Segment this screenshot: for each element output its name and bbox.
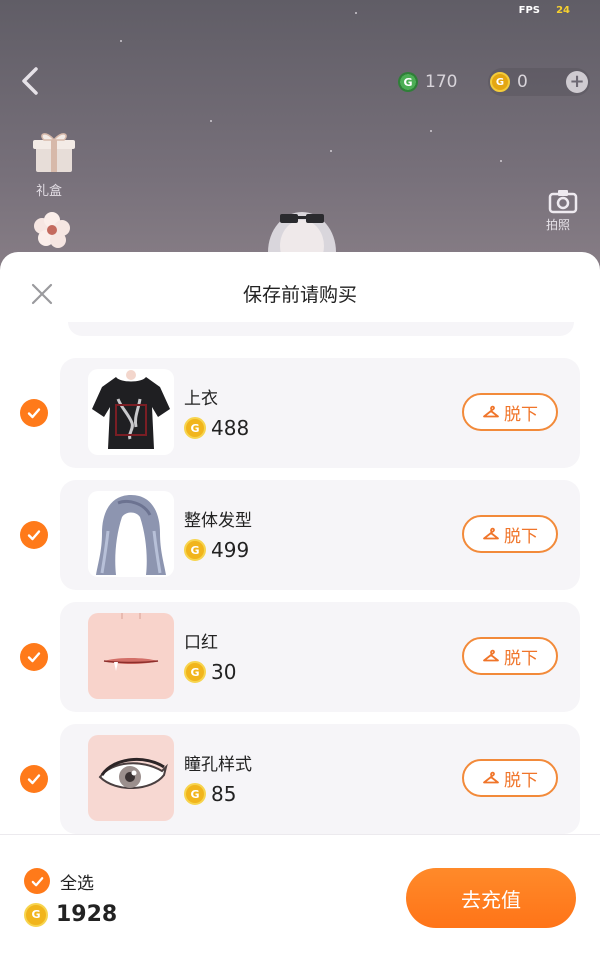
gold-coin-icon: G (490, 72, 510, 92)
hanger-icon (483, 405, 499, 418)
item-card[interactable]: 上衣 G 488 脱下 (60, 358, 580, 468)
check-icon (27, 774, 41, 785)
green-currency-amount: 170 (425, 72, 458, 92)
item-checkbox[interactable] (20, 521, 48, 549)
select-all-label: 全选 (60, 873, 94, 894)
recharge-button[interactable]: 去充值 (406, 868, 576, 928)
camera-label: 拍照 (546, 218, 571, 232)
item-checkbox[interactable] (20, 765, 48, 793)
fps-value: 24 (556, 5, 570, 16)
gold-coin-icon: G (184, 417, 206, 439)
gold-currency: G 0 (490, 68, 528, 96)
item-price: G 85 (184, 782, 236, 806)
item-price-value: 30 (211, 660, 237, 684)
item-card[interactable]: 瞳孔样式 G 85 脱下 (60, 724, 580, 834)
list-item: 整体发型 G 499 脱下 (0, 480, 600, 590)
item-name: 整体发型 (184, 511, 252, 531)
take-off-label: 脱下 (504, 770, 538, 791)
item-list[interactable]: 上衣 G 488 脱下 整体发型 G 499 脱下 口红 G 30 脱下 瞳孔样… (0, 322, 600, 834)
gold-coin-icon: G (184, 539, 206, 561)
check-icon (27, 408, 41, 419)
list-item: 瞳孔样式 G 85 脱下 (0, 724, 600, 834)
list-item: 口红 G 30 脱下 (0, 602, 600, 712)
item-card[interactable]: 口红 G 30 脱下 (60, 602, 580, 712)
item-price-value: 488 (211, 416, 250, 440)
item-price: G 488 (184, 416, 249, 440)
item-card[interactable]: 整体发型 G 499 脱下 (60, 480, 580, 590)
item-price: G 30 (184, 660, 236, 684)
camera-icon[interactable] (548, 188, 578, 214)
green-coin-icon: G (398, 72, 418, 92)
total-price: G 1928 (24, 902, 117, 927)
take-off-button[interactable]: 脱下 (462, 393, 558, 431)
list-item: 上衣 G 488 脱下 (0, 358, 600, 468)
take-off-label: 脱下 (504, 404, 538, 425)
fps-label: FPS (518, 5, 540, 16)
gift-box-icon[interactable] (30, 130, 78, 174)
select-all-checkbox[interactable] (24, 868, 50, 894)
tshirt-icon (88, 369, 174, 455)
hanger-icon (483, 771, 499, 784)
back-arrow-icon[interactable] (18, 66, 44, 96)
check-icon (27, 652, 41, 663)
item-price-value: 85 (211, 782, 237, 806)
lips-icon (88, 613, 174, 699)
total-price-value: 1928 (56, 902, 118, 927)
gold-currency-amount: 0 (517, 72, 528, 92)
item-price: G 499 (184, 538, 249, 562)
hanger-icon (483, 527, 499, 540)
check-icon (31, 876, 43, 886)
select-all-toggle[interactable]: 全选 (24, 868, 94, 894)
take-off-button[interactable]: 脱下 (462, 515, 558, 553)
take-off-label: 脱下 (504, 526, 538, 547)
flower-icon[interactable] (24, 206, 80, 252)
take-off-button[interactable]: 脱下 (462, 637, 558, 675)
gold-coin-icon: G (184, 783, 206, 805)
item-name: 上衣 (184, 389, 218, 409)
footer-divider (0, 834, 600, 835)
take-off-button[interactable]: 脱下 (462, 759, 558, 797)
item-price-value: 499 (211, 538, 250, 562)
list-item-partial (68, 322, 574, 336)
hanger-icon (483, 649, 499, 662)
gold-coin-icon: G (184, 661, 206, 683)
item-name: 瞳孔样式 (184, 755, 252, 775)
check-icon (27, 530, 41, 541)
item-checkbox[interactable] (20, 399, 48, 427)
purchase-sheet: 保存前请购买 上衣 G 488 脱下 整体发型 G 499 脱下 口红 G 30… (0, 252, 600, 960)
gold-coin-icon: G (24, 902, 48, 927)
eye-icon (88, 735, 174, 821)
sheet-title: 保存前请购买 (242, 284, 357, 306)
green-currency: G 170 (398, 68, 457, 96)
hair-icon (88, 491, 174, 577)
gift-label: 礼盒 (36, 184, 63, 199)
item-name: 口红 (184, 633, 218, 653)
take-off-label: 脱下 (504, 648, 538, 669)
add-currency-button[interactable]: + (566, 71, 588, 93)
item-checkbox[interactable] (20, 643, 48, 671)
